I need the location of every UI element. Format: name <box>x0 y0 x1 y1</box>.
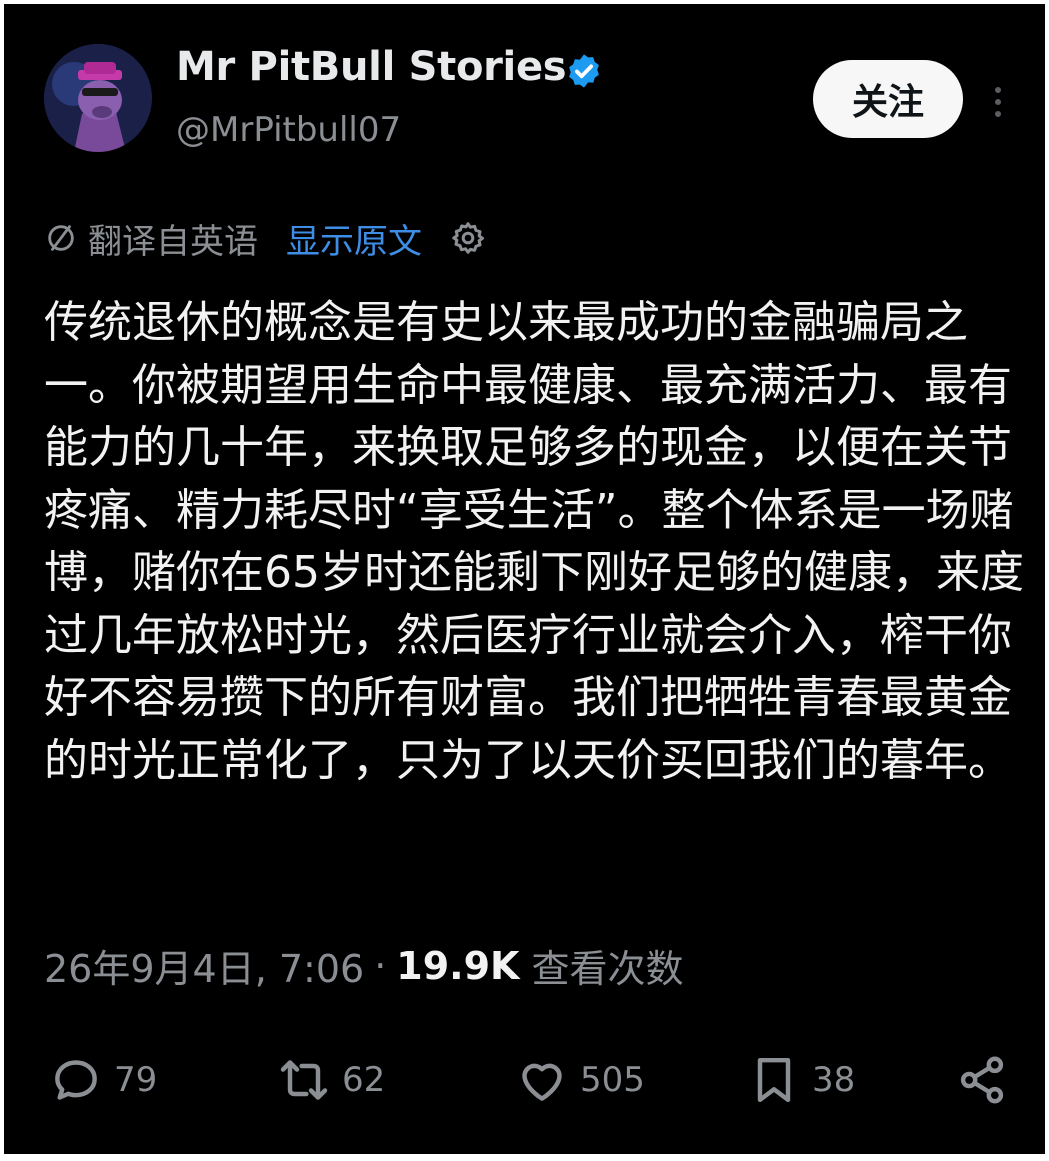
share-icon <box>960 1056 1004 1104</box>
like-count: 505 <box>580 1060 645 1100</box>
reply-icon <box>55 1060 97 1100</box>
gear-icon[interactable] <box>450 220 486 256</box>
author-display-name[interactable]: Mr PitBull Stories <box>176 44 567 90</box>
translation-row: 翻译自英语 显示原文 <box>44 214 486 262</box>
bookmark-count: 38 <box>812 1060 856 1100</box>
verified-badge-icon <box>569 54 599 88</box>
translated-from-label: 翻译自英语 <box>88 221 258 262</box>
avatar[interactable] <box>44 44 152 152</box>
meta-separator: · <box>374 943 387 988</box>
like-action[interactable]: 505 <box>514 1052 645 1108</box>
tweet-text: 传统退休的概念是有史以来最成功的金融骗局之一。你被期望用生命中最健康、最充满活力… <box>44 297 1024 786</box>
share-action[interactable] <box>954 1052 1020 1108</box>
author-handle[interactable]: @MrPitbull07 <box>176 110 401 150</box>
retweet-icon <box>280 1060 328 1100</box>
bookmark-action[interactable]: 38 <box>746 1052 855 1108</box>
heart-icon <box>522 1063 562 1101</box>
more-vertical-icon[interactable] <box>992 84 1004 120</box>
translate-icon <box>48 225 74 251</box>
tweet-timestamp[interactable]: 26年9月4日, 7:06 <box>44 938 364 993</box>
views-count: 19.9K <box>396 943 520 988</box>
avatar-image <box>44 44 152 152</box>
retweet-action[interactable]: 62 <box>276 1052 385 1108</box>
tweet-card: Mr PitBull Stories @MrPitbull07 关注 翻译自英语… <box>4 4 1045 1154</box>
bookmark-icon <box>757 1057 791 1103</box>
follow-button[interactable]: 关注 <box>813 60 963 138</box>
views-label: 查看次数 <box>531 947 684 991</box>
reply-action[interactable]: 79 <box>48 1052 157 1108</box>
tweet-meta: 26年9月4日, 7:06 · 19.9K 查看次数 <box>44 938 684 993</box>
reply-count: 79 <box>114 1060 158 1100</box>
show-original-link[interactable]: 显示原文 <box>286 214 422 263</box>
retweet-count: 62 <box>342 1060 386 1100</box>
